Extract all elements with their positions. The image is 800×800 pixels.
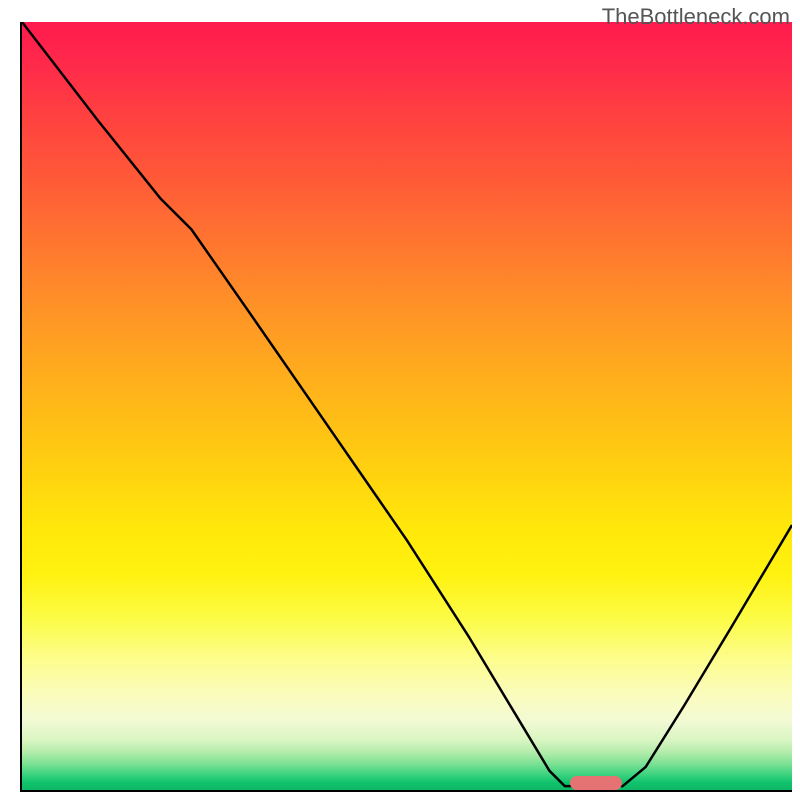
watermark-text: TheBottleneck.com	[602, 4, 790, 30]
chart-plot-area	[20, 22, 792, 792]
optimal-point-marker	[570, 776, 622, 790]
bottleneck-curve	[22, 22, 792, 790]
